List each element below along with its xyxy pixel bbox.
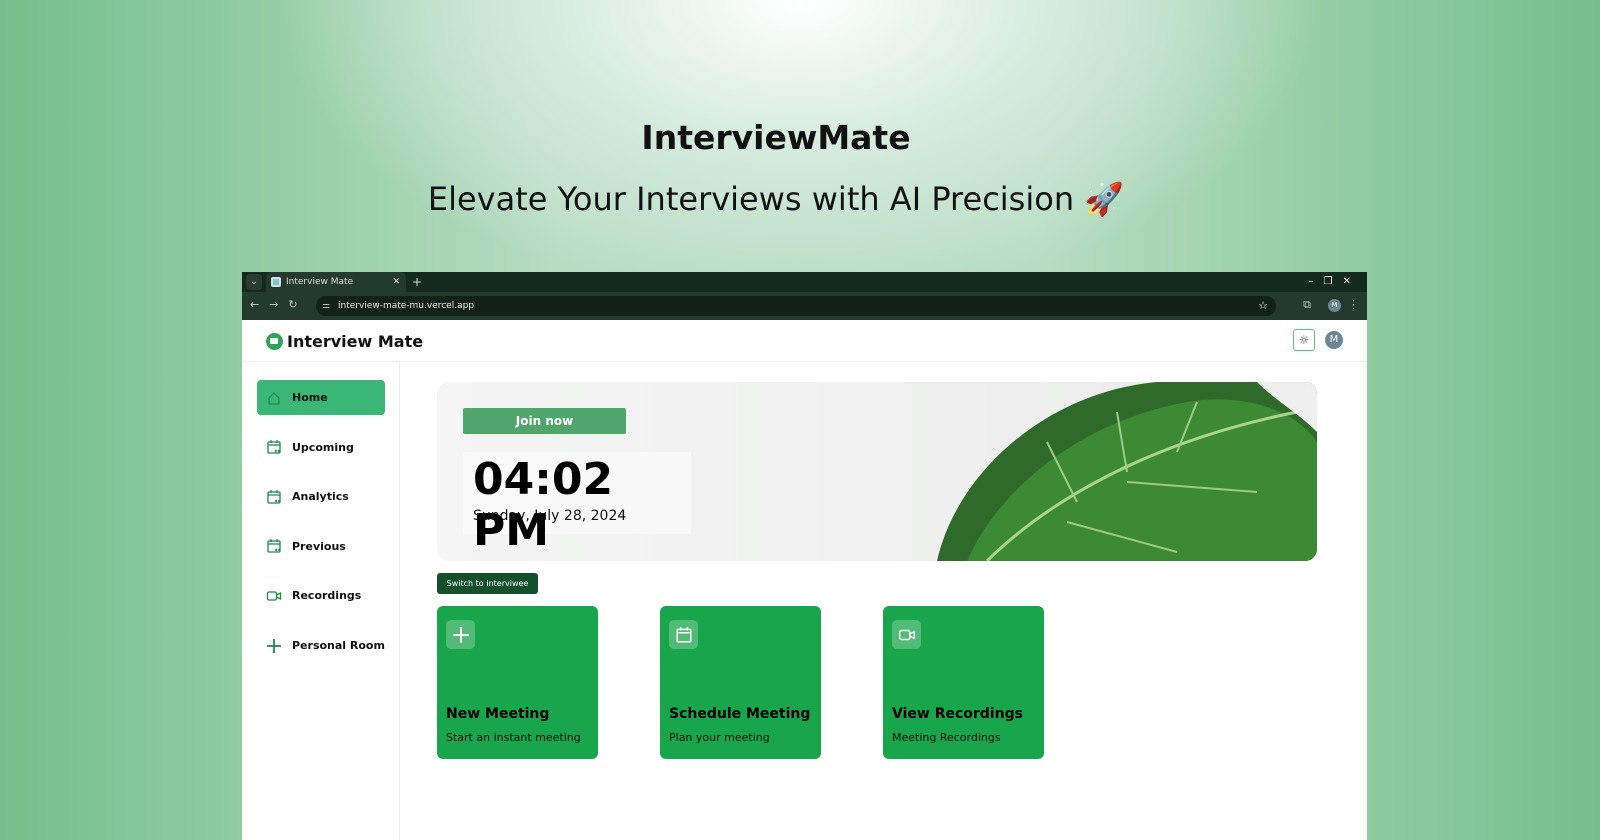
calendar-icon xyxy=(676,626,691,642)
sidebar-item-recordings[interactable]: Recordings xyxy=(257,578,385,613)
tab-search-button[interactable]: ⌄ xyxy=(246,274,262,290)
logo-text: Interview Mate xyxy=(287,332,424,351)
card-title: New Meeting xyxy=(446,706,550,722)
sidebar-item-label: Upcoming xyxy=(292,440,354,454)
calendar-back-icon xyxy=(267,489,281,504)
window-controls[interactable]: –❐✕ xyxy=(1309,272,1361,292)
app-logo[interactable]: Interview Mate xyxy=(266,332,423,351)
calendar-forward-icon xyxy=(267,440,281,454)
hero-banner: Join now 04:02 PM Sunday, July 28, 2024 xyxy=(437,382,1317,561)
sidebar-item-label: Analytics xyxy=(292,490,349,504)
plus-icon xyxy=(267,638,281,653)
card-icon-box xyxy=(892,620,921,649)
new-tab-button[interactable]: + xyxy=(412,272,422,292)
bookmark-star-icon[interactable]: ☆ xyxy=(1258,296,1268,316)
sidebar-item-label: Personal Room xyxy=(292,639,385,652)
card-icon-box xyxy=(446,620,475,649)
sidebar-item-previous[interactable]: Previous xyxy=(257,529,385,564)
sidebar-item-personal-room[interactable]: Personal Room xyxy=(257,628,385,663)
user-avatar[interactable]: M xyxy=(1325,331,1343,349)
tab-title: Interview Mate xyxy=(286,277,354,287)
plus-icon xyxy=(452,626,469,643)
current-time: 04:02 PM xyxy=(473,454,614,556)
hero-title: InterviewMate xyxy=(641,118,911,157)
sun-icon: ☼ xyxy=(1298,333,1310,347)
card-icon-box xyxy=(669,620,698,649)
app-header: Interview Mate ☼ M xyxy=(242,320,1367,362)
site-info-icon[interactable]: ⚌ xyxy=(322,296,330,316)
sidebar-item-analytics[interactable]: Analytics xyxy=(257,479,385,514)
home-icon xyxy=(268,391,280,405)
card-title: Schedule Meeting xyxy=(669,706,811,722)
calendar-back-icon xyxy=(267,539,281,553)
clock: 04:02 PM Sunday, July 28, 2024 xyxy=(463,452,691,556)
current-date: Sunday, July 28, 2024 xyxy=(473,508,627,524)
address-bar: ←→↻ ⚌ interview-mate-mu.vercel.app ☆ ⧉ M ⋮ xyxy=(242,292,1367,320)
card-subtitle: Meeting Recordings xyxy=(892,731,1001,744)
card-subtitle: Start an instant meeting xyxy=(446,731,581,744)
browser-window: ⌄ Interview Mate ✕ + –❐✕ ←→↻ ⚌ interview-m… xyxy=(242,272,1367,840)
hero-subtitle: Elevate Your Interviews with AI Precisio… xyxy=(427,180,1125,218)
sidebar-item-upcoming[interactable]: Upcoming xyxy=(257,430,385,465)
browser-tab[interactable]: Interview Mate ✕ xyxy=(266,272,406,292)
profile-avatar[interactable]: M xyxy=(1328,299,1341,312)
card-schedule-meeting[interactable]: Schedule Meeting Plan your meeting xyxy=(660,606,821,759)
close-tab-icon[interactable]: ✕ xyxy=(392,272,400,292)
monstera-leaf-image xyxy=(937,382,1317,561)
video-icon xyxy=(898,629,915,640)
sidebar-item-label: Home xyxy=(292,391,328,404)
nav-buttons[interactable]: ←→↻ xyxy=(250,298,308,311)
logo-icon xyxy=(266,333,283,350)
sidebar-item-label: Previous xyxy=(292,539,346,553)
video-icon xyxy=(266,591,282,601)
sidebar-item-label: Recordings xyxy=(292,589,362,603)
url-text: interview-mate-mu.vercel.app xyxy=(338,301,475,311)
card-title: View Recordings xyxy=(892,706,1023,722)
url-field[interactable]: ⚌ interview-mate-mu.vercel.app ☆ xyxy=(316,296,1276,316)
sidebar-item-home[interactable]: Home xyxy=(257,380,385,415)
theme-toggle-button[interactable]: ☼ xyxy=(1293,329,1315,351)
join-now-button[interactable]: Join now xyxy=(463,408,626,434)
card-new-meeting[interactable]: New Meeting Start an instant meeting xyxy=(437,606,598,759)
card-subtitle: Plan your meeting xyxy=(669,731,770,744)
extensions-icon[interactable]: ⧉ xyxy=(1303,298,1311,312)
favicon-icon xyxy=(271,277,281,287)
tab-bar: ⌄ Interview Mate ✕ + –❐✕ xyxy=(242,272,1367,292)
switch-role-button[interactable]: Switch to Interviwee xyxy=(437,573,538,594)
sidebar: Home Upcoming Analytics Previous Recordings P… xyxy=(242,362,400,840)
card-view-recordings[interactable]: View Recordings Meeting Recordings xyxy=(883,606,1044,759)
browser-menu-icon[interactable]: ⋮ xyxy=(1348,298,1359,311)
